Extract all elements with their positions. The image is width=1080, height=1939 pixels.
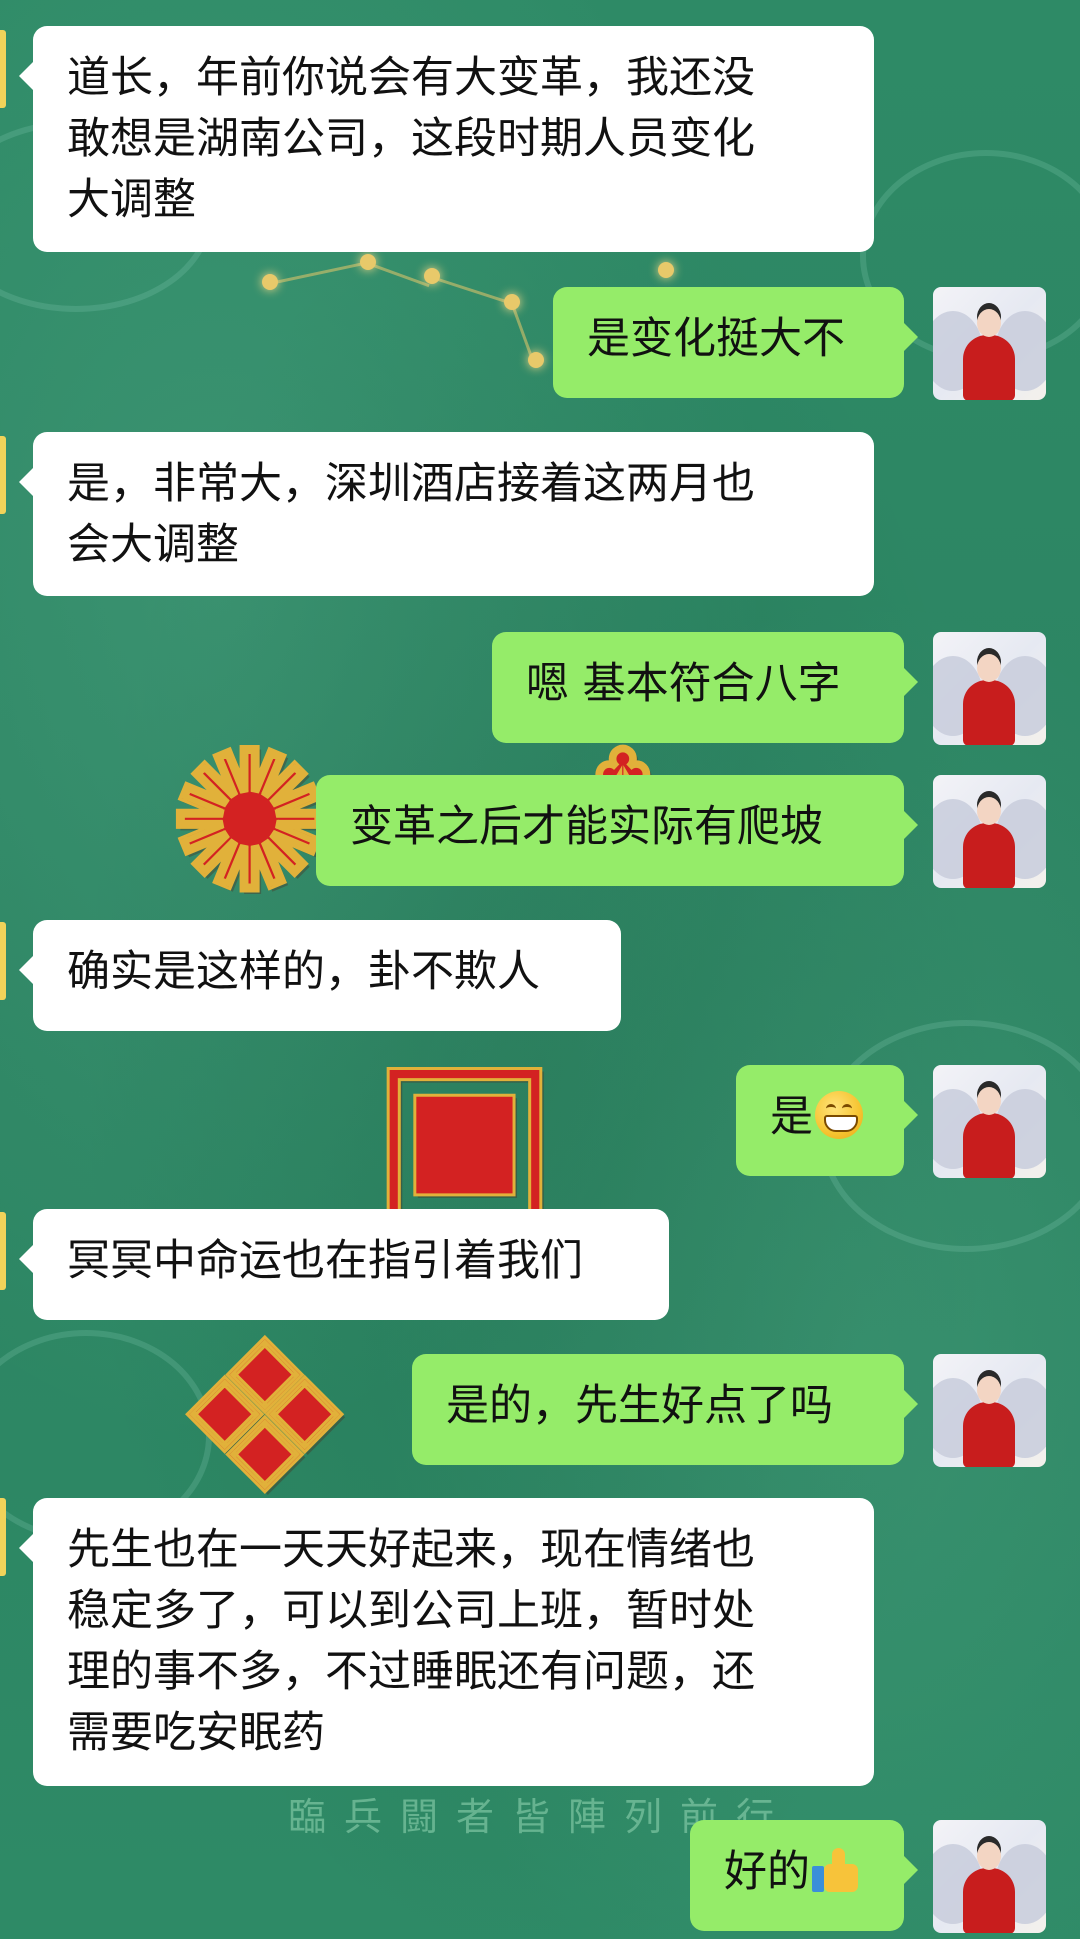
message-line: 需要吃安眠药 [67, 1708, 325, 1758]
constellation-line [367, 262, 430, 288]
message-bubble-received[interactable]: 确实是这样的，卦不欺人 [19, 920, 621, 1031]
message-line: 道长，年前你说会有大变革，我还没 [67, 53, 755, 103]
message-line: 冥冥中命运也在指引着我们 [67, 1236, 583, 1286]
bubble-tail [19, 1245, 33, 1273]
message-bubble-sent[interactable]: 嗯 基本符合八字 [492, 632, 918, 743]
message-bubble-received[interactable]: 是，非常大，深圳酒店接着这两月也 会大调整 [19, 432, 874, 596]
cropped-avatar-edge [0, 1498, 6, 1576]
user-avatar[interactable] [933, 1354, 1046, 1467]
cropped-avatar-edge [0, 922, 6, 1000]
user-avatar[interactable] [933, 1065, 1046, 1178]
grinning-face-emoji [815, 1091, 863, 1139]
bubble-tail [904, 323, 918, 351]
bubble-tail [904, 1390, 918, 1418]
thumbs-up-emoji [812, 1846, 860, 1894]
cropped-avatar-edge [0, 436, 6, 514]
message-line: 先生也在一天天好起来，现在情绪也 [67, 1525, 755, 1575]
constellation-star [424, 268, 440, 284]
constellation-line [269, 261, 369, 285]
message-line: 敢想是湖南公司，这段时期人员变化 [67, 114, 755, 164]
message-line: 理的事不多，不过睡眠还有问题，还 [67, 1647, 755, 1697]
bubble-tail [19, 62, 33, 90]
user-avatar[interactable] [933, 1820, 1046, 1933]
constellation-star [360, 254, 376, 270]
message-text: 是变化挺大不 [587, 314, 845, 364]
user-avatar[interactable] [933, 287, 1046, 400]
message-line: 确实是这样的，卦不欺人 [67, 947, 540, 997]
message-text: 嗯 基本符合八字 [526, 659, 841, 709]
message-text: 是的，先生好点了吗 [446, 1381, 833, 1431]
constellation-star [658, 262, 674, 278]
message-bubble-received[interactable]: 先生也在一天天好起来，现在情绪也 稳定多了，可以到公司上班，暂时处 理的事不多，… [19, 1498, 874, 1786]
message-bubble-sent[interactable]: 好的 [690, 1820, 918, 1931]
message-line: 是，非常大，深圳酒店接着这两月也 [67, 459, 755, 509]
message-bubble-sent[interactable]: 是 [736, 1065, 918, 1176]
constellation-line [510, 302, 534, 361]
constellation-star [528, 352, 544, 368]
bubble-tail [904, 1101, 918, 1129]
constellation-star [262, 274, 278, 290]
message-bubble-sent[interactable]: 是变化挺大不 [553, 287, 918, 398]
cropped-avatar-edge [0, 1212, 6, 1290]
bubble-tail [904, 1856, 918, 1884]
message-text: 是 [770, 1092, 813, 1142]
bubble-tail [19, 468, 33, 496]
bubble-tail [904, 811, 918, 839]
message-bubble-received[interactable]: 冥冥中命运也在指引着我们 [19, 1209, 669, 1320]
constellation-line [431, 276, 509, 304]
bubble-tail [19, 956, 33, 984]
bubble-tail [19, 1534, 33, 1562]
message-text: 好的 [724, 1847, 810, 1897]
red-talisman-glyph: ✺ [168, 709, 330, 935]
message-line: 大调整 [67, 175, 196, 225]
user-avatar[interactable] [933, 775, 1046, 888]
message-bubble-sent[interactable]: 变革之后才能实际有爬坡 [316, 775, 918, 886]
cropped-avatar-edge [0, 30, 6, 108]
message-text: 变革之后才能实际有爬坡 [350, 802, 823, 852]
bubble-tail [904, 668, 918, 696]
background-motto: 臨兵闘者皆陣列前行 [287, 1795, 792, 1839]
message-bubble-received[interactable]: 道长，年前你说会有大变革，我还没 敢想是湖南公司，这段时期人员变化 大调整 [19, 26, 874, 252]
constellation-star [504, 294, 520, 310]
message-line: 会大调整 [67, 520, 239, 570]
message-bubble-sent[interactable]: 是的，先生好点了吗 [412, 1354, 918, 1465]
message-line: 稳定多了，可以到公司上班，暂时处 [67, 1586, 755, 1636]
user-avatar[interactable] [933, 632, 1046, 745]
